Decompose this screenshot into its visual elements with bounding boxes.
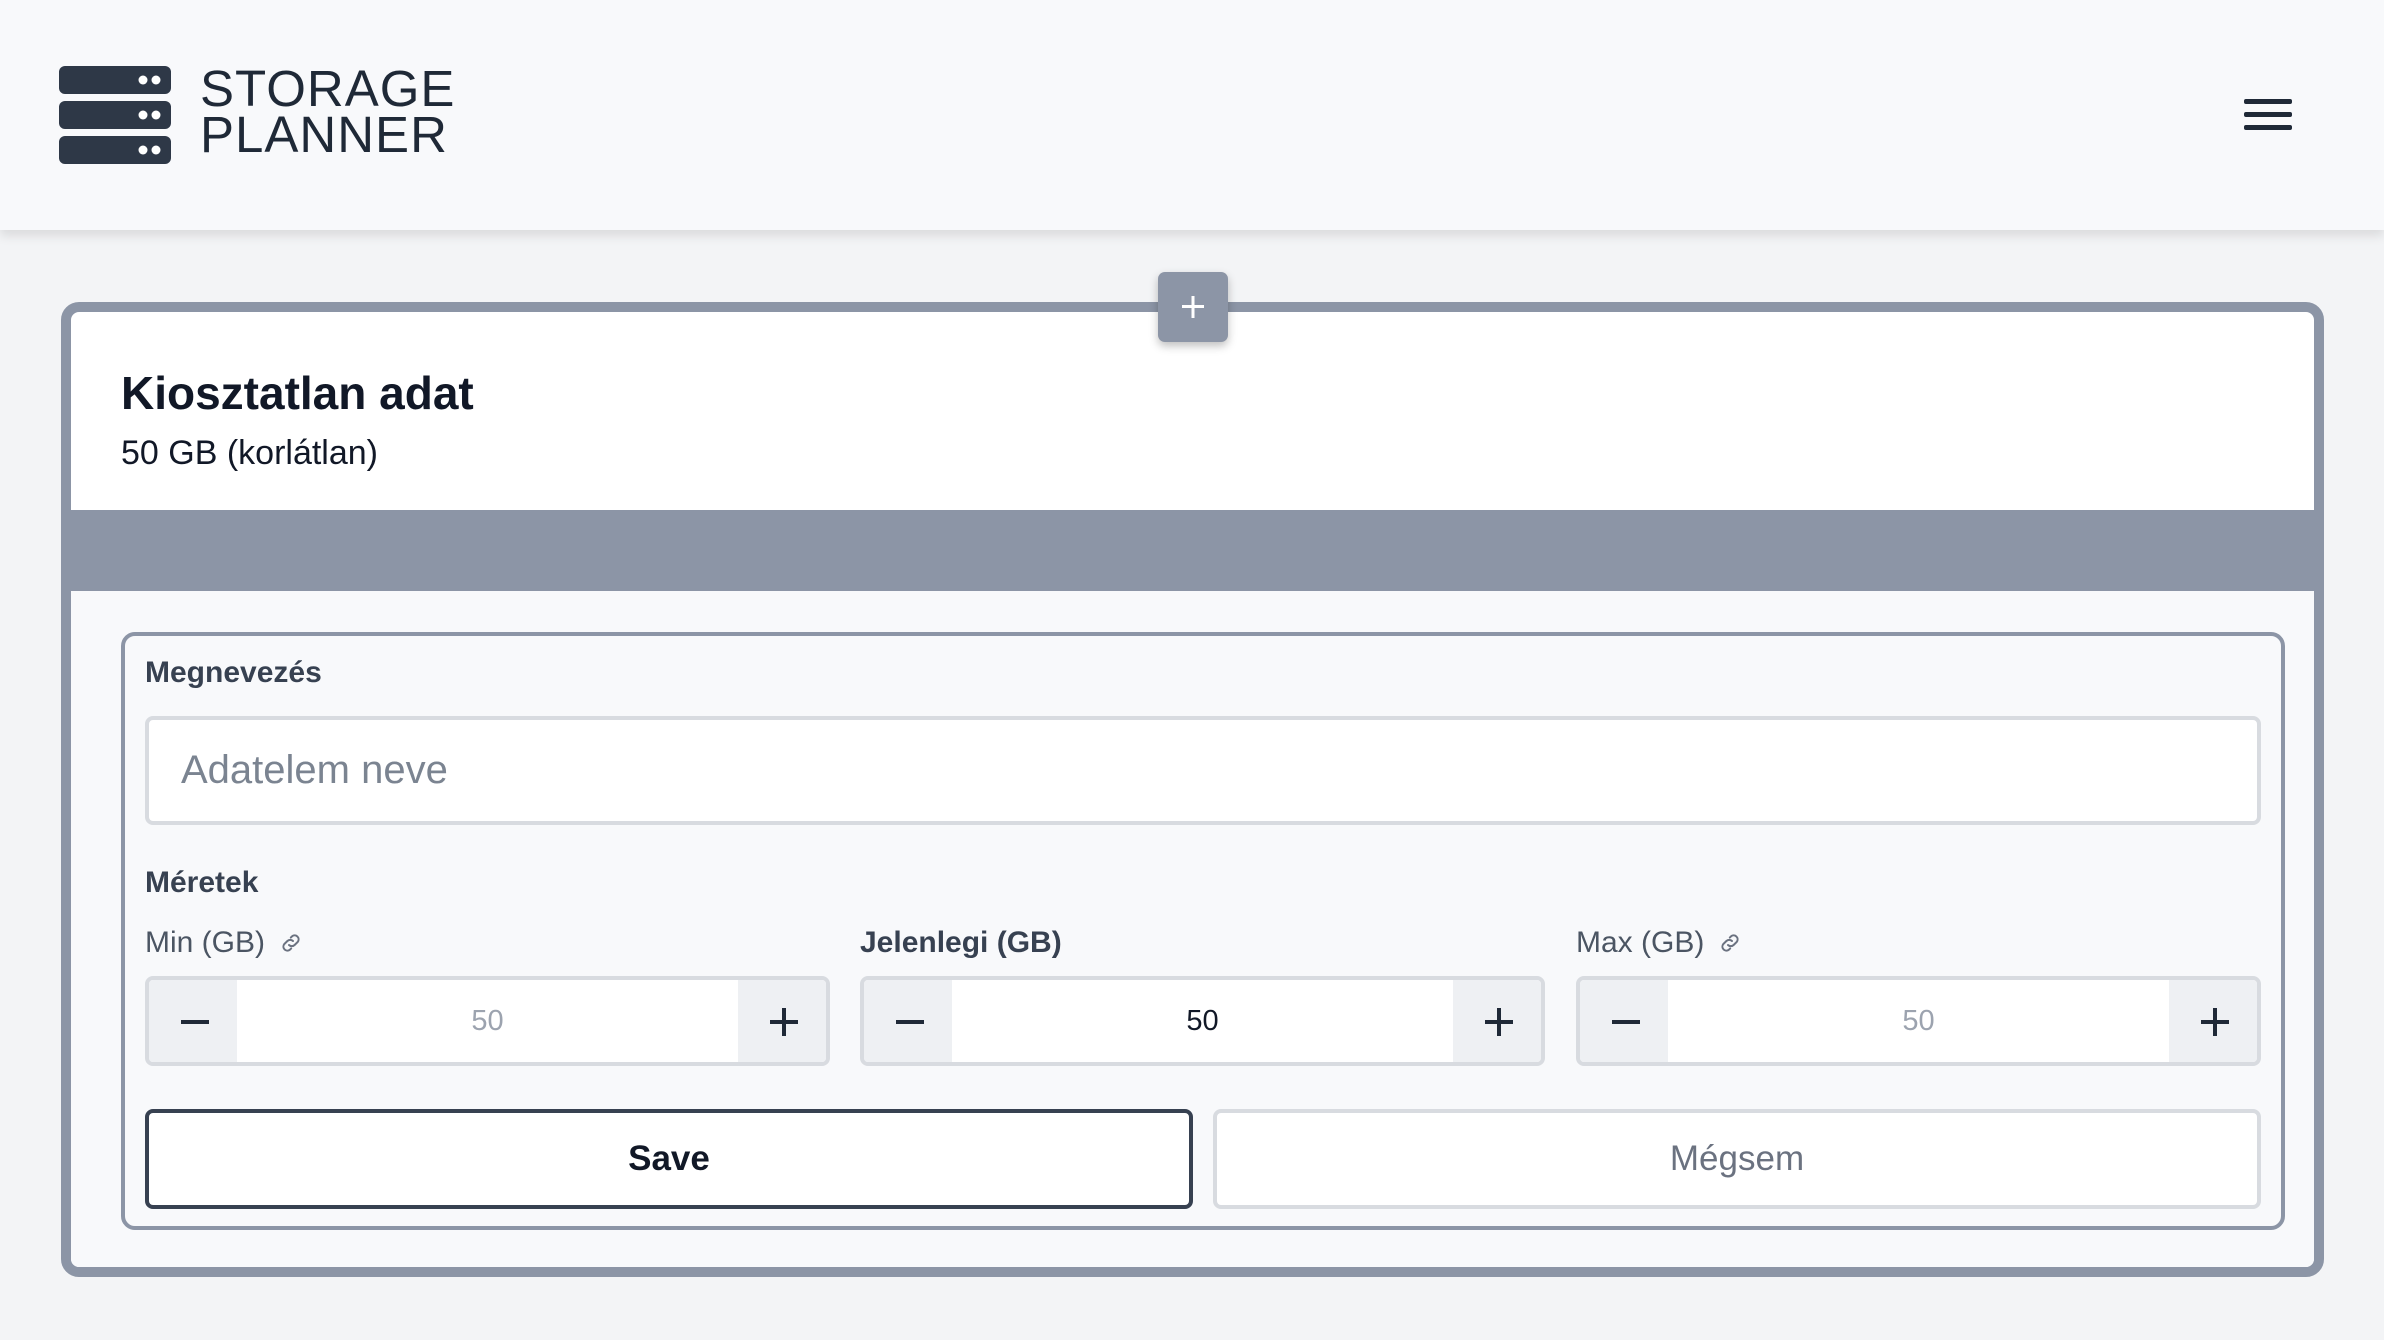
current-value[interactable]: 50 xyxy=(952,980,1453,1062)
min-increment-button[interactable] xyxy=(738,980,826,1062)
min-label: Min (GB) xyxy=(145,926,303,960)
current-decrement-button[interactable] xyxy=(864,980,952,1062)
name-input[interactable] xyxy=(145,716,2261,825)
cancel-button[interactable]: Mégsem xyxy=(1213,1109,2261,1209)
minus-icon xyxy=(896,1020,924,1024)
server-stack-icon xyxy=(59,66,171,164)
max-value[interactable]: 50 xyxy=(1668,980,2169,1062)
app-header: STORAGE PLANNER xyxy=(0,0,2384,230)
name-label: Megnevezés xyxy=(145,656,322,689)
card-subtitle: 50 GB (korlátlan) xyxy=(121,434,378,472)
link-icon[interactable] xyxy=(1718,931,1742,955)
min-stepper: 50 xyxy=(145,976,830,1066)
current-stepper: 50 xyxy=(860,976,1545,1066)
capacity-bar xyxy=(71,510,2314,591)
minus-icon xyxy=(181,1020,209,1024)
min-decrement-button[interactable] xyxy=(149,980,237,1062)
sizes-label: Méretek xyxy=(145,866,259,899)
minus-icon xyxy=(1612,1020,1640,1024)
current-increment-button[interactable] xyxy=(1453,980,1541,1062)
plus-icon xyxy=(1182,296,1204,318)
brand-name: STORAGE PLANNER xyxy=(200,63,455,163)
item-form: Megnevezés Méretek Min (GB) 50 Jelenlegi… xyxy=(121,632,2285,1230)
menu-button[interactable] xyxy=(2238,87,2298,141)
save-button[interactable]: Save xyxy=(145,1109,1193,1209)
add-item-button[interactable] xyxy=(1158,272,1228,342)
brand-line-2: PLANNER xyxy=(200,106,448,163)
max-label: Max (GB) xyxy=(1576,926,1742,960)
min-value[interactable]: 50 xyxy=(237,980,738,1062)
storage-card: Kiosztatlan adat 50 GB (korlátlan) Megne… xyxy=(61,302,2324,1277)
min-label-text: Min (GB) xyxy=(145,926,265,959)
max-label-text: Max (GB) xyxy=(1576,926,1705,959)
max-decrement-button[interactable] xyxy=(1580,980,1668,1062)
hamburger-menu-icon xyxy=(2244,99,2292,130)
link-icon[interactable] xyxy=(279,931,303,955)
card-title: Kiosztatlan adat xyxy=(121,367,474,419)
max-increment-button[interactable] xyxy=(2169,980,2257,1062)
max-stepper: 50 xyxy=(1576,976,2261,1066)
current-label: Jelenlegi (GB) xyxy=(860,926,1062,959)
